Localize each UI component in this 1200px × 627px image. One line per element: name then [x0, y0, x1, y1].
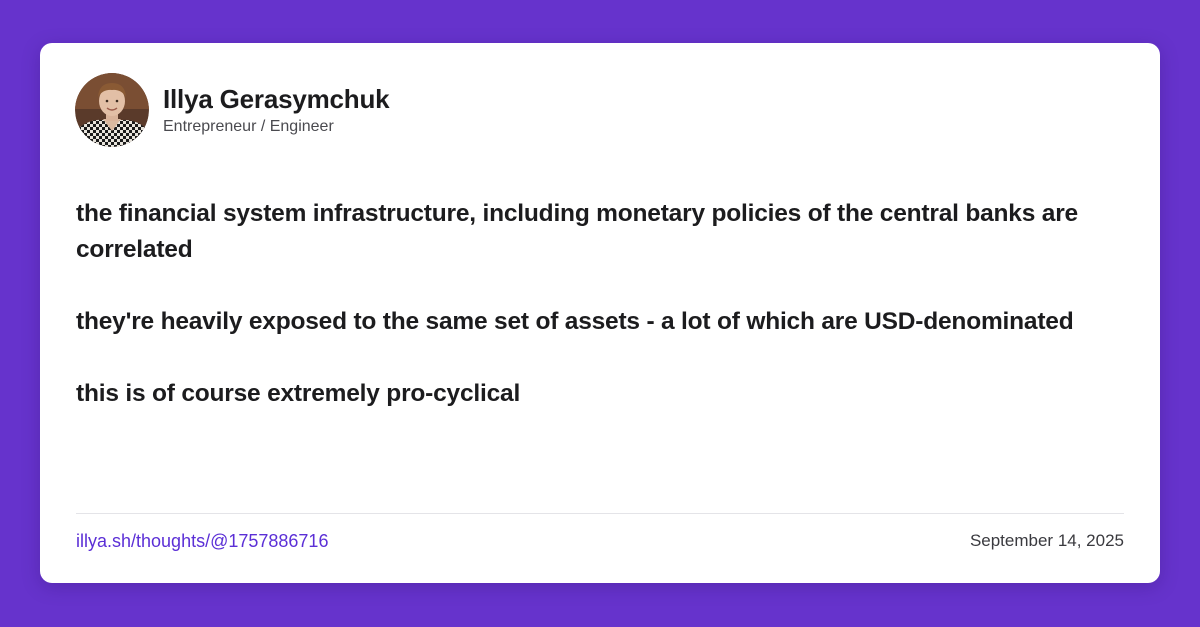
- author-info: Illya Gerasymchuk Entrepreneur / Enginee…: [163, 84, 390, 137]
- post-paragraph: the financial system infrastructure, inc…: [76, 200, 1078, 263]
- avatar[interactable]: [75, 73, 149, 147]
- author-role: Entrepreneur / Engineer: [163, 117, 334, 135]
- post-card: Illya Gerasymchuk Entrepreneur / Enginee…: [40, 43, 1160, 583]
- author-header: Illya Gerasymchuk Entrepreneur / Enginee…: [75, 73, 390, 147]
- footer-divider: [76, 513, 1124, 514]
- post-body: the financial system infrastructure, inc…: [76, 196, 1116, 448]
- post-paragraph: they're heavily exposed to the same set …: [76, 308, 1074, 335]
- post-paragraph: this is of course extremely pro-cyclical: [76, 380, 521, 407]
- permalink[interactable]: illya.sh/thoughts/@1757886716: [76, 529, 328, 553]
- author-name[interactable]: Illya Gerasymchuk: [163, 84, 390, 114]
- post-date: September 14, 2025: [969, 531, 1124, 550]
